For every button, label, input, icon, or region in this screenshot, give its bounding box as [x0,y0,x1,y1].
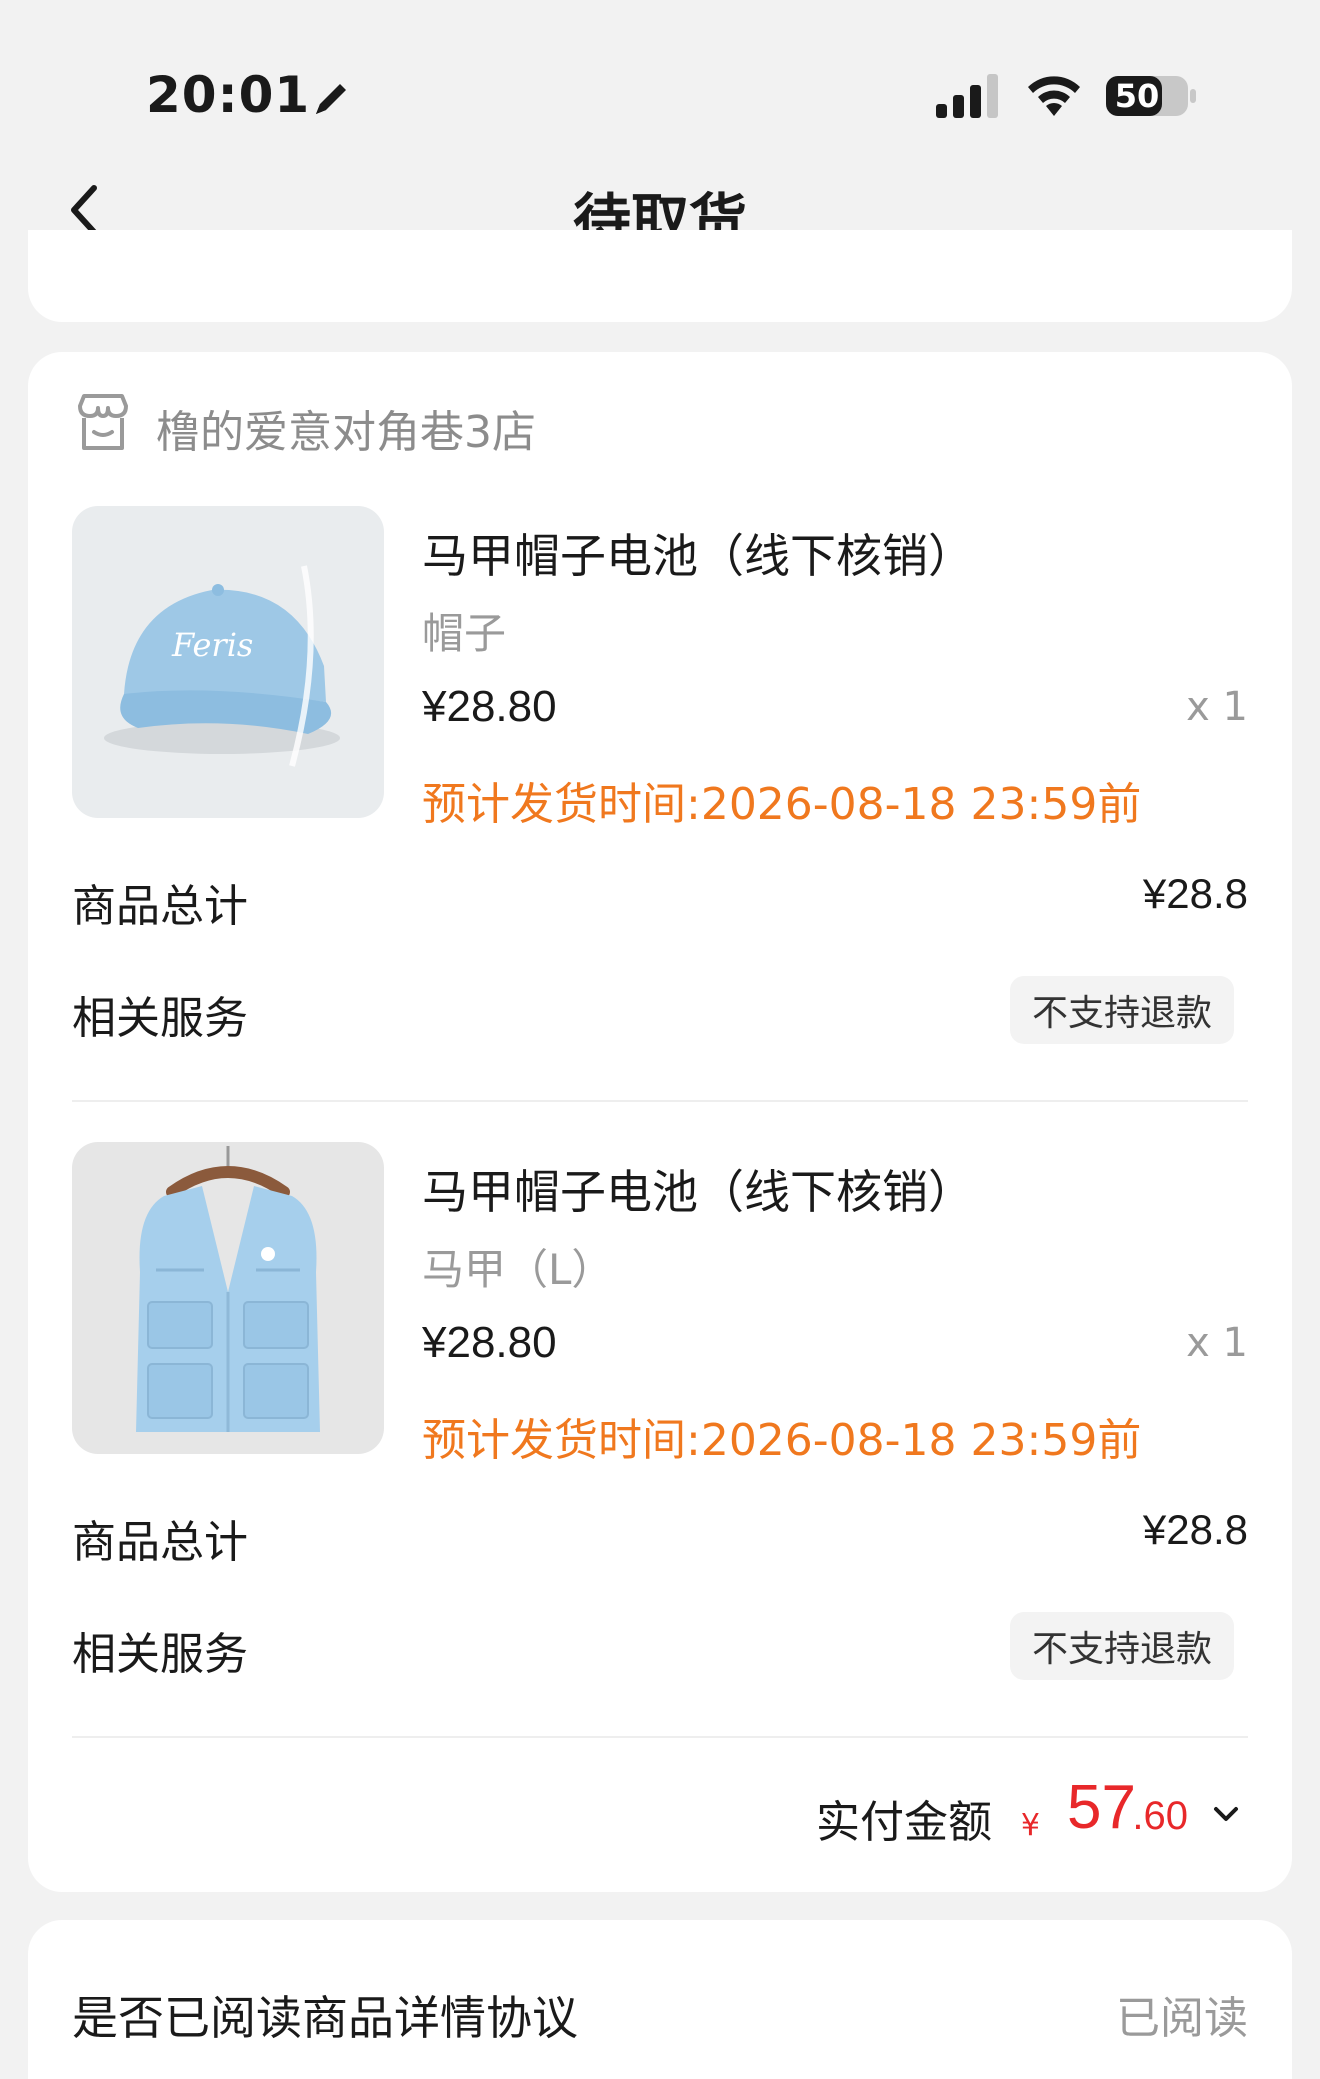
status-time: 20:01 [146,66,311,124]
agreement-label: 是否已阅读商品详情协议 [72,1991,578,2045]
blue-cap-image: Feris [72,506,384,818]
subtotal-label: 商品总计 [72,1517,248,1568]
subtotal-row: 商品总计 ¥28.8 [72,1496,1248,1576]
wifi-icon [1028,76,1080,116]
order-card: 橹的爱意对角巷3店 Feris 马甲帽子电池（线下核销） 帽子 ¥28.80 x… [28,352,1292,1892]
signal-icon [936,74,998,118]
paid-amount-label: 实付金额 [816,1797,992,1848]
product-spec: 马甲（L） [422,1245,614,1294]
page: 20:01 50 待取货 橹的爱意对角巷3店 Feris 马甲帽子电池（线下核销… [0,0,1320,2079]
product-price: ¥28.80 [422,1318,557,1367]
subtotal-value: ¥28.8 [1142,1506,1248,1553]
paid-amount-decimal: .60 [1132,1794,1188,1838]
paid-currency: ¥ [1020,1808,1040,1843]
no-refund-tag: 不支持退款 [1009,976,1234,1044]
no-refund-tag: 不支持退款 [1009,1612,1234,1680]
product-price: ¥28.80 [422,682,557,731]
blue-vest-image [72,1142,384,1454]
previous-card [28,230,1292,322]
battery-level: 50 [1114,77,1160,115]
product-spec: 帽子 [422,609,507,658]
pencil-icon [316,84,346,114]
product-quantity: x 1 [1186,684,1248,730]
paid-amount-integer: 57 [1067,1773,1136,1842]
product-name: 马甲帽子电池（线下核销） [422,529,974,583]
service-label: 相关服务 [72,993,248,1044]
subtotal-row: 商品总计 ¥28.8 [72,860,1248,940]
subtotal-value: ¥28.8 [1142,870,1248,917]
agreement-card[interactable]: 是否已阅读商品详情协议 已阅读 [28,1920,1292,2079]
store-icon [78,394,128,450]
store-name: 橹的爱意对角巷3店 [156,407,536,458]
service-row: 相关服务 不支持退款 [72,1608,1248,1688]
product-name: 马甲帽子电池（线下核销） [422,1165,974,1219]
paid-amount-row[interactable]: 实付金额 ¥ 57 .60 [448,1766,1248,1856]
service-row: 相关服务 不支持退款 [72,972,1248,1052]
divider [72,1736,1248,1738]
delivery-time: 预计发货时间:2026-08-18 23:59前 [422,1415,1142,1466]
delivery-time: 预计发货时间:2026-08-18 23:59前 [422,779,1142,830]
agreement-status: 已阅读 [1116,1993,1248,2044]
svg-text:Feris: Feris [171,626,253,664]
chevron-down-icon[interactable] [1208,1800,1244,1828]
service-label: 相关服务 [72,1629,248,1680]
status-bar: 20:01 50 [0,0,1320,150]
product-item[interactable]: Feris 马甲帽子电池（线下核销） 帽子 ¥28.80 x 1 预计发货时间:… [72,506,1248,830]
divider [72,1100,1248,1102]
product-item[interactable]: 马甲帽子电池（线下核销） 马甲（L） ¥28.80 x 1 预计发货时间:202… [72,1142,1248,1466]
product-quantity: x 1 [1186,1320,1248,1366]
subtotal-label: 商品总计 [72,881,248,932]
